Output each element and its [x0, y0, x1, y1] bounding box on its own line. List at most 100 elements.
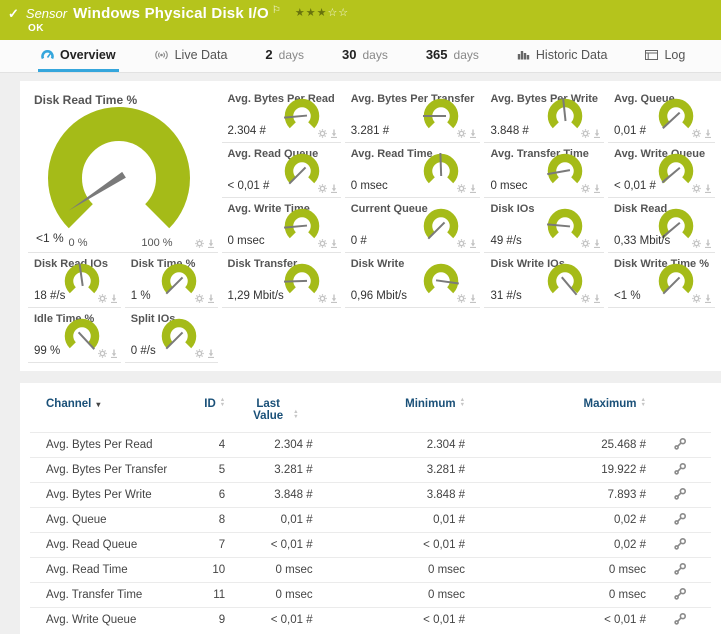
pin-icon[interactable] — [330, 184, 338, 193]
pin-icon[interactable] — [110, 349, 118, 358]
tab-live-data[interactable]: Live Data — [151, 40, 231, 72]
channel-filter-caret-icon[interactable]: ▾ — [96, 400, 100, 409]
table-row-avg-bytes-per-write[interactable]: Avg. Bytes Per Write63.848 #3.848 #7.893… — [30, 483, 711, 508]
pin-icon[interactable] — [704, 129, 712, 138]
table-row-avg-transfer-time[interactable]: Avg. Transfer Time110 msec0 msec0 msec — [30, 583, 711, 608]
cell-channel[interactable]: Avg. Read Time — [30, 558, 182, 583]
gear-icon[interactable] — [318, 184, 327, 193]
edit-channel-icon[interactable] — [673, 612, 687, 626]
tab-historic-data[interactable]: Historic Data — [514, 40, 611, 72]
gear-icon[interactable] — [581, 184, 590, 193]
pin-icon[interactable] — [469, 239, 477, 248]
edit-channel-icon[interactable] — [673, 512, 687, 526]
cell-action[interactable] — [650, 483, 711, 508]
pin-icon[interactable] — [330, 239, 338, 248]
cell-action[interactable] — [650, 533, 711, 558]
pin-icon[interactable] — [704, 294, 712, 303]
gear-icon[interactable] — [98, 294, 107, 303]
cell-action[interactable] — [650, 508, 711, 533]
cell-channel[interactable]: Avg. Write Queue — [30, 608, 182, 633]
cell-channel[interactable]: Avg. Read Queue — [30, 533, 182, 558]
table-row-avg-bytes-per-transfer[interactable]: Avg. Bytes Per Transfer53.281 #3.281 #19… — [30, 458, 711, 483]
gauge-value: 3.848 # — [490, 125, 528, 137]
gear-icon[interactable] — [457, 294, 466, 303]
table-row-avg-read-queue[interactable]: Avg. Read Queue7< 0,01 #< 0,01 #0,02 # — [30, 533, 711, 558]
gear-icon[interactable] — [457, 239, 466, 248]
cell-channel[interactable]: Avg. Bytes Per Transfer — [30, 458, 182, 483]
column-header-last-value[interactable]: Last Value▲▼ — [229, 396, 316, 433]
gear-icon[interactable] — [318, 294, 327, 303]
pin-icon[interactable] — [593, 294, 601, 303]
cell-channel[interactable]: Avg. Bytes Per Write — [30, 483, 182, 508]
gear-icon[interactable] — [195, 239, 204, 248]
gear-icon[interactable] — [692, 184, 701, 193]
pin-icon[interactable] — [110, 294, 118, 303]
edit-channel-icon[interactable] — [673, 537, 687, 551]
edit-channel-icon[interactable] — [673, 462, 687, 476]
table-row-avg-read-time[interactable]: Avg. Read Time100 msec0 msec0 msec — [30, 558, 711, 583]
cell-action[interactable] — [650, 558, 711, 583]
pin-icon[interactable] — [593, 239, 601, 248]
cell-action[interactable] — [650, 458, 711, 483]
cell-channel[interactable]: Avg. Queue — [30, 508, 182, 533]
gear-icon[interactable] — [692, 294, 701, 303]
table-row-avg-bytes-per-read[interactable]: Avg. Bytes Per Read42.304 #2.304 #25.468… — [30, 433, 711, 458]
tab-overview[interactable]: Overview — [38, 40, 119, 72]
pin-icon[interactable] — [330, 294, 338, 303]
tile-action-icons — [581, 184, 601, 193]
edit-channel-icon[interactable] — [673, 587, 687, 601]
pin-icon[interactable] — [207, 239, 215, 248]
gear-icon[interactable] — [457, 184, 466, 193]
gear-icon[interactable] — [457, 129, 466, 138]
tab-30-days[interactable]: 30days — [339, 40, 391, 72]
sort-icon[interactable]: ▲▼ — [641, 398, 646, 408]
pin-icon[interactable] — [469, 184, 477, 193]
column-header-channel[interactable]: Channel▾ — [30, 396, 182, 433]
flag-icon[interactable]: ⚐ — [272, 5, 281, 16]
gear-icon[interactable] — [318, 239, 327, 248]
gear-icon[interactable] — [581, 129, 590, 138]
edit-channel-icon[interactable] — [673, 562, 687, 576]
column-header-id[interactable]: ID▲▼ — [182, 396, 229, 433]
sort-icon[interactable]: ▲▼ — [460, 398, 465, 408]
pin-icon[interactable] — [207, 349, 215, 358]
edit-channel-icon[interactable] — [673, 487, 687, 501]
cell-action[interactable] — [650, 583, 711, 608]
sort-icon[interactable]: ▲▼ — [220, 398, 225, 408]
cell-last-value: 2.304 # — [229, 433, 316, 458]
table-row-avg-queue[interactable]: Avg. Queue80,01 #0,01 #0,02 # — [30, 508, 711, 533]
gauge-tile-avg-write-queue: Avg. Write Queue< 0,01 # — [608, 143, 715, 198]
gear-icon[interactable] — [318, 129, 327, 138]
priority-stars[interactable]: ★★★☆☆ — [295, 6, 349, 19]
gear-icon[interactable] — [195, 294, 204, 303]
gear-icon[interactable] — [692, 129, 701, 138]
table-row-avg-write-queue[interactable]: Avg. Write Queue9< 0,01 #< 0,01 #< 0,01 … — [30, 608, 711, 633]
pin-icon[interactable] — [593, 129, 601, 138]
gauge-tile-disk-ios: Disk IOs49 #/s — [484, 198, 604, 253]
edit-channel-icon[interactable] — [673, 437, 687, 451]
sort-icon[interactable]: ▲▼ — [293, 410, 298, 420]
pin-icon[interactable] — [704, 184, 712, 193]
pin-icon[interactable] — [469, 129, 477, 138]
tab-label: Live Data — [175, 48, 228, 62]
column-header-maximum[interactable]: Maximum▲▼ — [469, 396, 650, 433]
pin-icon[interactable] — [704, 239, 712, 248]
pin-icon[interactable] — [469, 294, 477, 303]
gear-icon[interactable] — [692, 239, 701, 248]
tab-2-days[interactable]: 2days — [262, 40, 307, 72]
tab-365-days[interactable]: 365days — [423, 40, 482, 72]
cell-action[interactable] — [650, 608, 711, 633]
pin-icon[interactable] — [330, 129, 338, 138]
cell-channel[interactable]: Avg. Transfer Time — [30, 583, 182, 608]
gear-icon[interactable] — [581, 239, 590, 248]
cell-channel[interactable]: Avg. Bytes Per Read — [30, 433, 182, 458]
gear-icon[interactable] — [98, 349, 107, 358]
gear-icon[interactable] — [195, 349, 204, 358]
gear-icon[interactable] — [581, 294, 590, 303]
pin-icon[interactable] — [207, 294, 215, 303]
cell-action[interactable] — [650, 433, 711, 458]
pin-icon[interactable] — [593, 184, 601, 193]
column-header-minimum[interactable]: Minimum▲▼ — [317, 396, 469, 433]
tab-log[interactable]: Log — [642, 40, 688, 72]
gauge-value: < 0,01 # — [614, 180, 656, 192]
